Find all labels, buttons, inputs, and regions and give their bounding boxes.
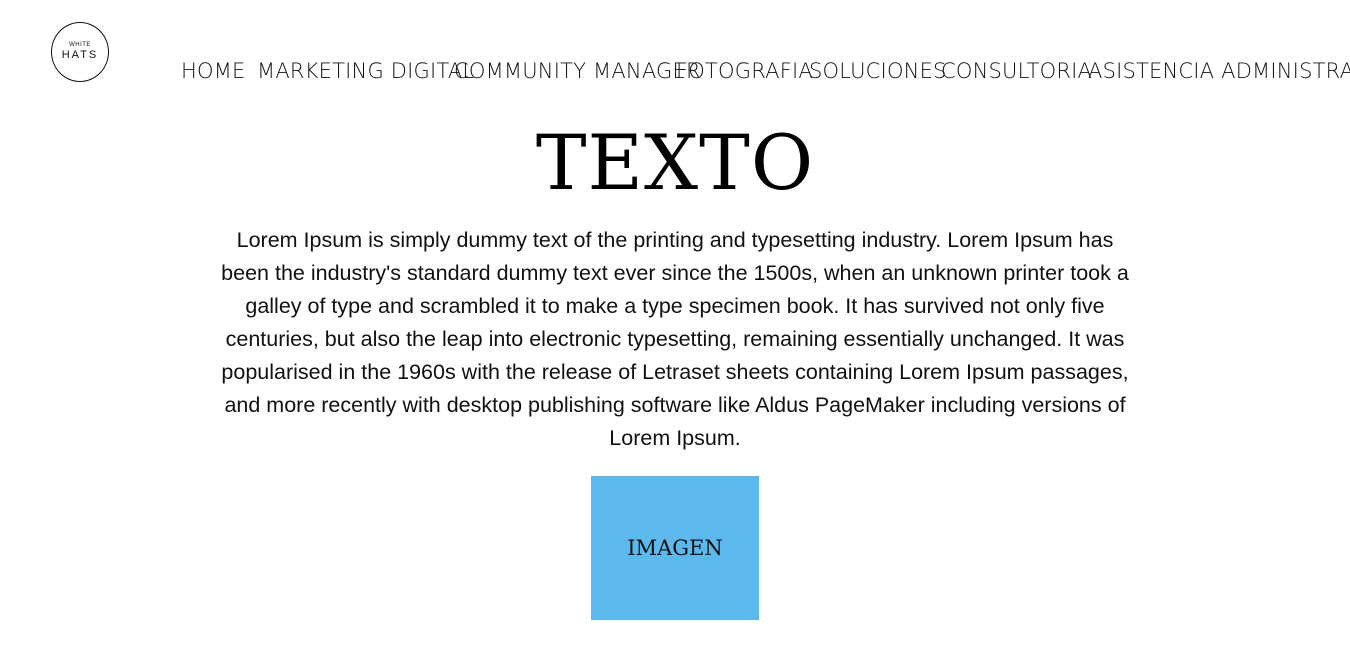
image-placeholder-label: IMAGEN <box>627 536 723 560</box>
nav-slot-community: COMMUNITY MANAGER <box>454 59 701 83</box>
page-title: TEXTO <box>535 118 815 207</box>
image-placeholder: IMAGEN <box>591 476 759 620</box>
nav-item-home[interactable]: HOME <box>181 59 246 83</box>
nav-slot-home: HOME <box>181 59 245 83</box>
nav-slot-fotografia: FOTOGRAFIA <box>676 59 813 83</box>
nav-slot-consultoria: CONSULTORIA <box>941 59 1092 83</box>
nav-item-consultoria[interactable]: CONSULTORIA <box>941 59 1092 83</box>
nav-item-fotografia[interactable]: FOTOGRAFIA <box>676 59 813 83</box>
nav-item-soluciones[interactable]: SOLUCIONES <box>809 59 947 83</box>
body-paragraph: Lorem Ipsum is simply dummy text of the … <box>221 228 1129 450</box>
nav-slot-soluciones: SOLUCIONES <box>809 59 946 83</box>
logo-small-text: WHITE <box>69 42 91 48</box>
logo-big-text: HATS <box>61 49 99 61</box>
nav-item-community-manager[interactable]: COMMUNITY MANAGER <box>454 59 701 83</box>
logo[interactable]: WHITE HATS <box>51 22 109 82</box>
nav-item-asistencia-administrativa[interactable]: ASISTENCIA ADMINISTRATIVA <box>1088 59 1350 83</box>
nav-slot-asistencia: ASISTENCIA ADMINISTRATIVA <box>1088 59 1350 83</box>
main-nav: HOME MARKETING DIGITAL COMMUNITY MANAGER… <box>181 56 1350 86</box>
nav-item-marketing-digital[interactable]: MARKETING DIGITAL <box>257 59 474 83</box>
nav-slot-marketing: MARKETING DIGITAL <box>257 59 474 83</box>
